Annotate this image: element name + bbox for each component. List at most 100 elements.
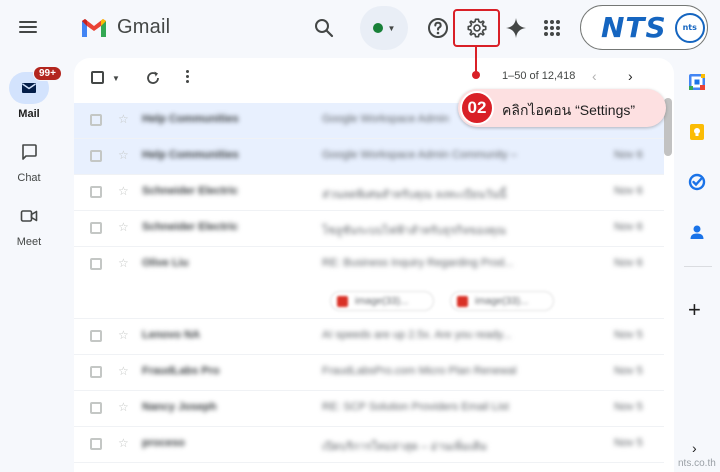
table-row[interactable]: ☆ Nancy Joseph RE: SCP Solution Providers …	[74, 391, 664, 427]
row-date: Nov 5	[614, 329, 643, 341]
watermark: nts.co.th	[678, 458, 716, 469]
gmail-m-icon	[82, 18, 106, 37]
settings-button[interactable]	[453, 9, 500, 47]
chevron-down-icon[interactable]: ▼	[112, 74, 120, 83]
step-instruction: คลิกไอคอน “Settings”	[502, 102, 636, 118]
active-status-icon	[372, 23, 383, 33]
rail-label: Chat	[17, 172, 41, 184]
mail-rows: ☆Help CommunitiesGoogle Workspace AdminN…	[74, 103, 674, 463]
chevron-down-icon: ▼	[387, 23, 396, 33]
row-checkbox[interactable]	[90, 114, 102, 126]
star-icon[interactable]: ☆	[118, 400, 129, 414]
chevron-right-icon[interactable]: ›	[692, 440, 697, 456]
add-addon-icon[interactable]: +	[688, 299, 701, 321]
gemini-sparkle-icon[interactable]	[504, 16, 528, 40]
contacts-icon[interactable]	[687, 222, 707, 242]
more-options-icon[interactable]	[182, 70, 192, 86]
table-row[interactable]: ☆ Lenovo NA AI speeds are up 2.5x. Are you…	[74, 319, 664, 355]
row-sender: FraudLabs Pro	[142, 365, 220, 377]
top-bar: Gmail ▼ NTS nts	[0, 0, 720, 56]
row-sender: Olive Liu	[142, 257, 189, 269]
row-checkbox[interactable]	[90, 330, 102, 342]
star-icon[interactable]: ☆	[118, 112, 129, 126]
mail-icon	[22, 83, 36, 93]
row-subject: ส่วนลดพิเศษสำหรับคุณ ลงทะเบียนวันนี้	[322, 189, 507, 201]
row-checkbox[interactable]	[90, 222, 102, 234]
side-panel: + ›	[676, 56, 720, 472]
apps-grid-icon	[544, 20, 560, 36]
row-date: Nov 5	[614, 365, 643, 377]
row-sender: Nancy Joseph	[142, 401, 217, 413]
star-icon[interactable]: ☆	[118, 364, 129, 378]
star-icon[interactable]: ☆	[118, 148, 129, 162]
image-file-icon	[457, 296, 468, 307]
keep-icon[interactable]	[687, 122, 707, 142]
row-subject: Google Workspace Admin Community –	[322, 149, 517, 161]
table-row[interactable]: ☆ proceso เปิดบริการใหม่ล่าสุด – อ่านเพิ่ม…	[74, 427, 664, 463]
step-number-badge: 02	[460, 91, 494, 125]
divider	[684, 266, 712, 267]
table-row[interactable]: ☆ Schneider Electric โซลูชันระบบไฟฟ้าสำหรั…	[74, 211, 664, 247]
star-icon[interactable]: ☆	[118, 256, 129, 270]
status-selector[interactable]: ▼	[360, 6, 408, 50]
attachment-name: image(33)...	[355, 296, 409, 307]
row-subject: โซลูชันระบบไฟฟ้าสำหรับธุรกิจของคุณ	[322, 225, 506, 237]
menu-icon	[19, 21, 37, 23]
rail-item-chat[interactable]: Chat	[0, 136, 58, 184]
attachment-name: image(33)...	[475, 296, 529, 307]
row-date: Nov 5	[614, 401, 643, 413]
row-sender: Lenovo NA	[142, 329, 201, 341]
help-icon[interactable]	[426, 16, 450, 40]
account-avatar: nts	[674, 12, 705, 43]
table-row[interactable]: ☆ Help Communities Google Workspace Admin …	[74, 139, 664, 175]
account-brand-button[interactable]: NTS nts	[580, 5, 708, 50]
gear-icon	[466, 18, 487, 38]
chevron-right-icon[interactable]: ›	[628, 68, 633, 84]
star-icon[interactable]: ☆	[118, 436, 129, 450]
row-checkbox[interactable]	[90, 438, 102, 450]
step-callout: 02 คลิกไอคอน “Settings”	[458, 89, 666, 127]
row-checkbox[interactable]	[90, 150, 102, 162]
brand-logo: NTS	[601, 11, 667, 44]
row-sender: Help Communities	[142, 149, 239, 161]
attachment-chip[interactable]: image(33)...	[450, 291, 554, 311]
gmail-logo[interactable]: Gmail	[80, 16, 170, 39]
pagination-range: 1–50 of 12,418	[502, 70, 576, 82]
table-row[interactable]: ☆ FraudLabs Pro FraudLabsPro.com Micro Pla…	[74, 355, 664, 391]
row-checkbox[interactable]	[90, 366, 102, 378]
tasks-icon[interactable]	[687, 172, 707, 192]
google-apps-button[interactable]	[540, 16, 564, 40]
star-icon[interactable]: ☆	[118, 220, 129, 234]
row-checkbox[interactable]	[90, 402, 102, 414]
rail-item-mail[interactable]: 99+ Mail	[0, 66, 62, 120]
video-camera-icon	[20, 210, 38, 222]
row-date: Nov 6	[614, 185, 643, 197]
row-checkbox[interactable]	[90, 186, 102, 198]
table-row[interactable]: ☆ Olive Liu RE: Business Inquiry Regarding…	[74, 247, 664, 319]
row-date: Nov 6	[614, 221, 643, 233]
main-menu-button[interactable]	[16, 16, 40, 40]
row-subject: RE: SCP Solution Providers Email List	[322, 401, 509, 413]
star-icon[interactable]: ☆	[118, 184, 129, 198]
app-name: Gmail	[117, 16, 171, 38]
table-row[interactable]: ☆ Schneider Electric ส่วนลดพิเศษสำหรับคุณ …	[74, 175, 664, 211]
attachment-chip[interactable]: image(33)...	[330, 291, 434, 311]
row-sender: Help Communities	[142, 113, 239, 125]
rail-label: Meet	[16, 236, 42, 248]
row-checkbox[interactable]	[90, 258, 102, 270]
row-subject: RE: Business Inquiry Regarding Prod...	[322, 257, 514, 269]
row-subject: เปิดบริการใหม่ล่าสุด – อ่านเพิ่มเติม	[322, 441, 488, 453]
image-file-icon	[337, 296, 348, 307]
refresh-icon[interactable]	[144, 69, 162, 87]
select-all-checkbox[interactable]	[91, 71, 104, 84]
rail-item-meet[interactable]: Meet	[0, 200, 58, 248]
calendar-icon[interactable]	[687, 72, 707, 92]
callout-anchor-dot	[472, 71, 480, 79]
row-date: Nov 6	[614, 257, 643, 269]
search-icon[interactable]	[312, 16, 336, 40]
unread-count-badge: 99+	[33, 66, 62, 81]
row-sender: Schneider Electric	[142, 185, 238, 197]
row-sender: proceso	[142, 437, 185, 449]
chevron-left-icon[interactable]: ‹	[592, 68, 597, 84]
star-icon[interactable]: ☆	[118, 328, 129, 342]
